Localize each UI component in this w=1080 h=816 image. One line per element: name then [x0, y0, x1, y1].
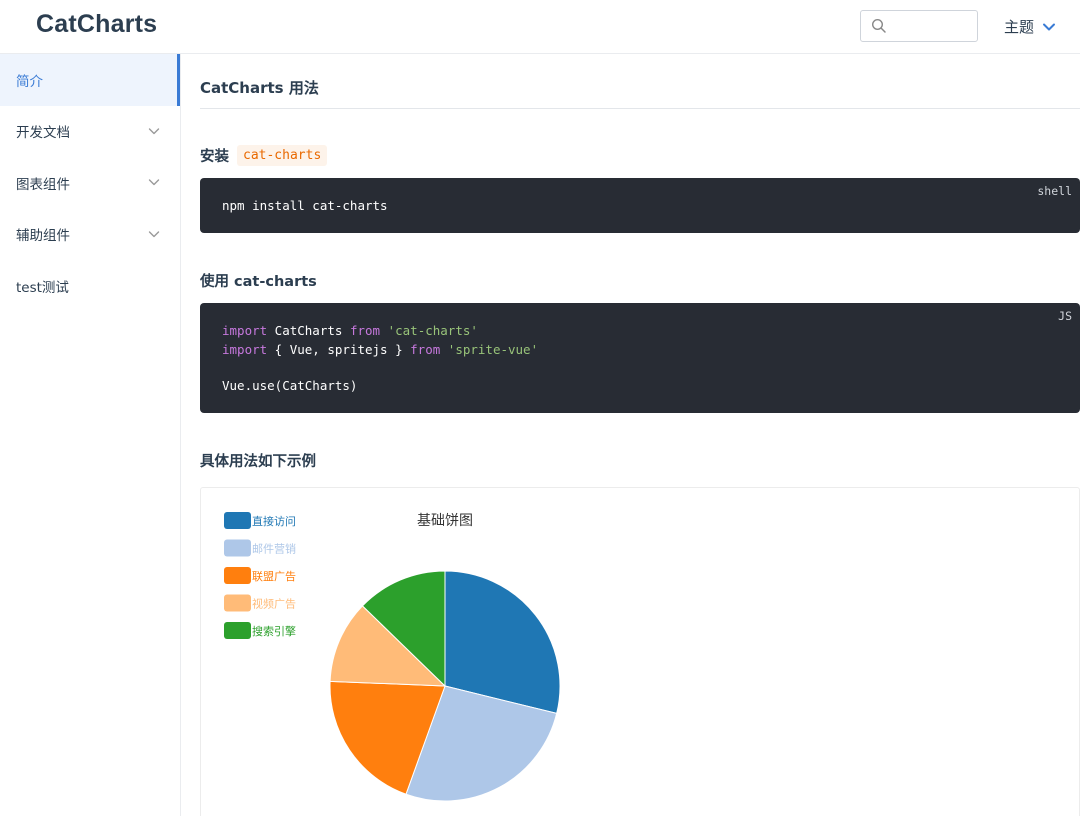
legend-swatch	[224, 622, 251, 639]
search-icon	[871, 18, 886, 33]
legend-swatch	[224, 539, 251, 557]
sidebar-item-intro[interactable]: 简介	[0, 54, 180, 106]
install-heading: 安装 cat-charts	[200, 145, 328, 166]
theme-label: 主题	[1004, 18, 1035, 36]
shell-code-block: shell npm install cat-charts	[200, 178, 1080, 233]
search-input[interactable]	[891, 15, 973, 37]
code-keyword: import	[222, 323, 268, 338]
chevron-down-icon	[148, 179, 160, 186]
legend-label: 联盟广告	[252, 570, 296, 583]
code-lang-label: JS	[1058, 309, 1072, 323]
legend-label: 视频广告	[252, 597, 296, 611]
code-string: 'sprite-vue'	[440, 342, 539, 357]
sidebar-item-test[interactable]: test测试	[0, 260, 180, 312]
inline-code-package: cat-charts	[237, 145, 328, 166]
chevron-down-icon	[148, 230, 160, 237]
theme-dropdown[interactable]: 主题	[1004, 16, 1056, 37]
code-keyword: from	[410, 342, 441, 357]
sidebar-item-dev-docs[interactable]: 开发文档	[0, 106, 180, 158]
code-string: 'cat-charts'	[380, 323, 478, 338]
legend-label: 直接访问	[252, 514, 296, 528]
code-keyword: import	[222, 342, 268, 357]
chart-title: 基础饼图	[417, 512, 473, 529]
legend-swatch	[224, 512, 251, 529]
code-text: CatCharts	[267, 323, 350, 338]
page-title: CatCharts 用法	[200, 79, 319, 97]
sidebar-item-label: test测试	[16, 279, 69, 296]
legend-item[interactable]: 联盟广告	[224, 567, 296, 584]
chevron-down-icon	[148, 127, 160, 134]
usage-heading-text: 使用 cat-charts	[200, 274, 317, 290]
sidebar-item-chart-components[interactable]: 图表组件	[0, 157, 180, 209]
code-keyword: from	[349, 323, 381, 338]
code-line: Vue.use(CatCharts)	[222, 378, 358, 393]
legend-item[interactable]: 邮件营销	[224, 539, 296, 557]
code-text: { Vue, spritejs }	[267, 342, 411, 357]
usage-heading: 使用 cat-charts	[200, 270, 317, 291]
legend-label: 邮件营销	[252, 542, 296, 556]
search-box[interactable]	[860, 10, 978, 42]
chart-demo-container: 基础饼图 直接访问邮件营销联盟广告视频广告搜索引擎	[200, 487, 1080, 816]
sidebar: 简介 开发文档 图表组件 辅助组件 test测试	[0, 54, 181, 816]
sidebar-item-label: 开发文档	[16, 125, 70, 142]
example-heading: 具体用法如下示例	[200, 450, 316, 471]
sidebar-item-helper-components[interactable]: 辅助组件	[0, 209, 180, 261]
title-divider	[200, 108, 1080, 109]
code-lang-label: shell	[1037, 184, 1072, 198]
app-logo[interactable]: CatCharts	[36, 10, 157, 39]
sidebar-item-label: 简介	[16, 73, 43, 90]
legend-swatch	[224, 567, 251, 584]
code-line: import { Vue, spritejs } from 'sprite-vu…	[222, 342, 538, 357]
sidebar-item-label: 辅助组件	[16, 228, 70, 245]
js-code-block: JS import CatCharts from 'cat-charts' im…	[200, 303, 1080, 413]
code-line: npm install cat-charts	[222, 198, 388, 213]
legend-label: 搜索引擎	[252, 624, 296, 638]
legend-item[interactable]: 视频广告	[224, 594, 296, 612]
legend-swatch	[224, 594, 251, 612]
sidebar-item-label: 图表组件	[16, 176, 70, 193]
chevron-down-icon	[1043, 23, 1056, 30]
top-navbar: CatCharts 主题	[0, 0, 1080, 54]
code-line: import CatCharts from 'cat-charts'	[222, 323, 478, 338]
legend-item[interactable]: 直接访问	[224, 512, 296, 529]
pie-chart: 基础饼图 直接访问邮件营销联盟广告视频广告搜索引擎	[224, 512, 561, 802]
example-heading-text: 具体用法如下示例	[200, 454, 316, 470]
install-heading-text: 安装	[200, 149, 229, 165]
legend-item[interactable]: 搜索引擎	[224, 622, 296, 639]
